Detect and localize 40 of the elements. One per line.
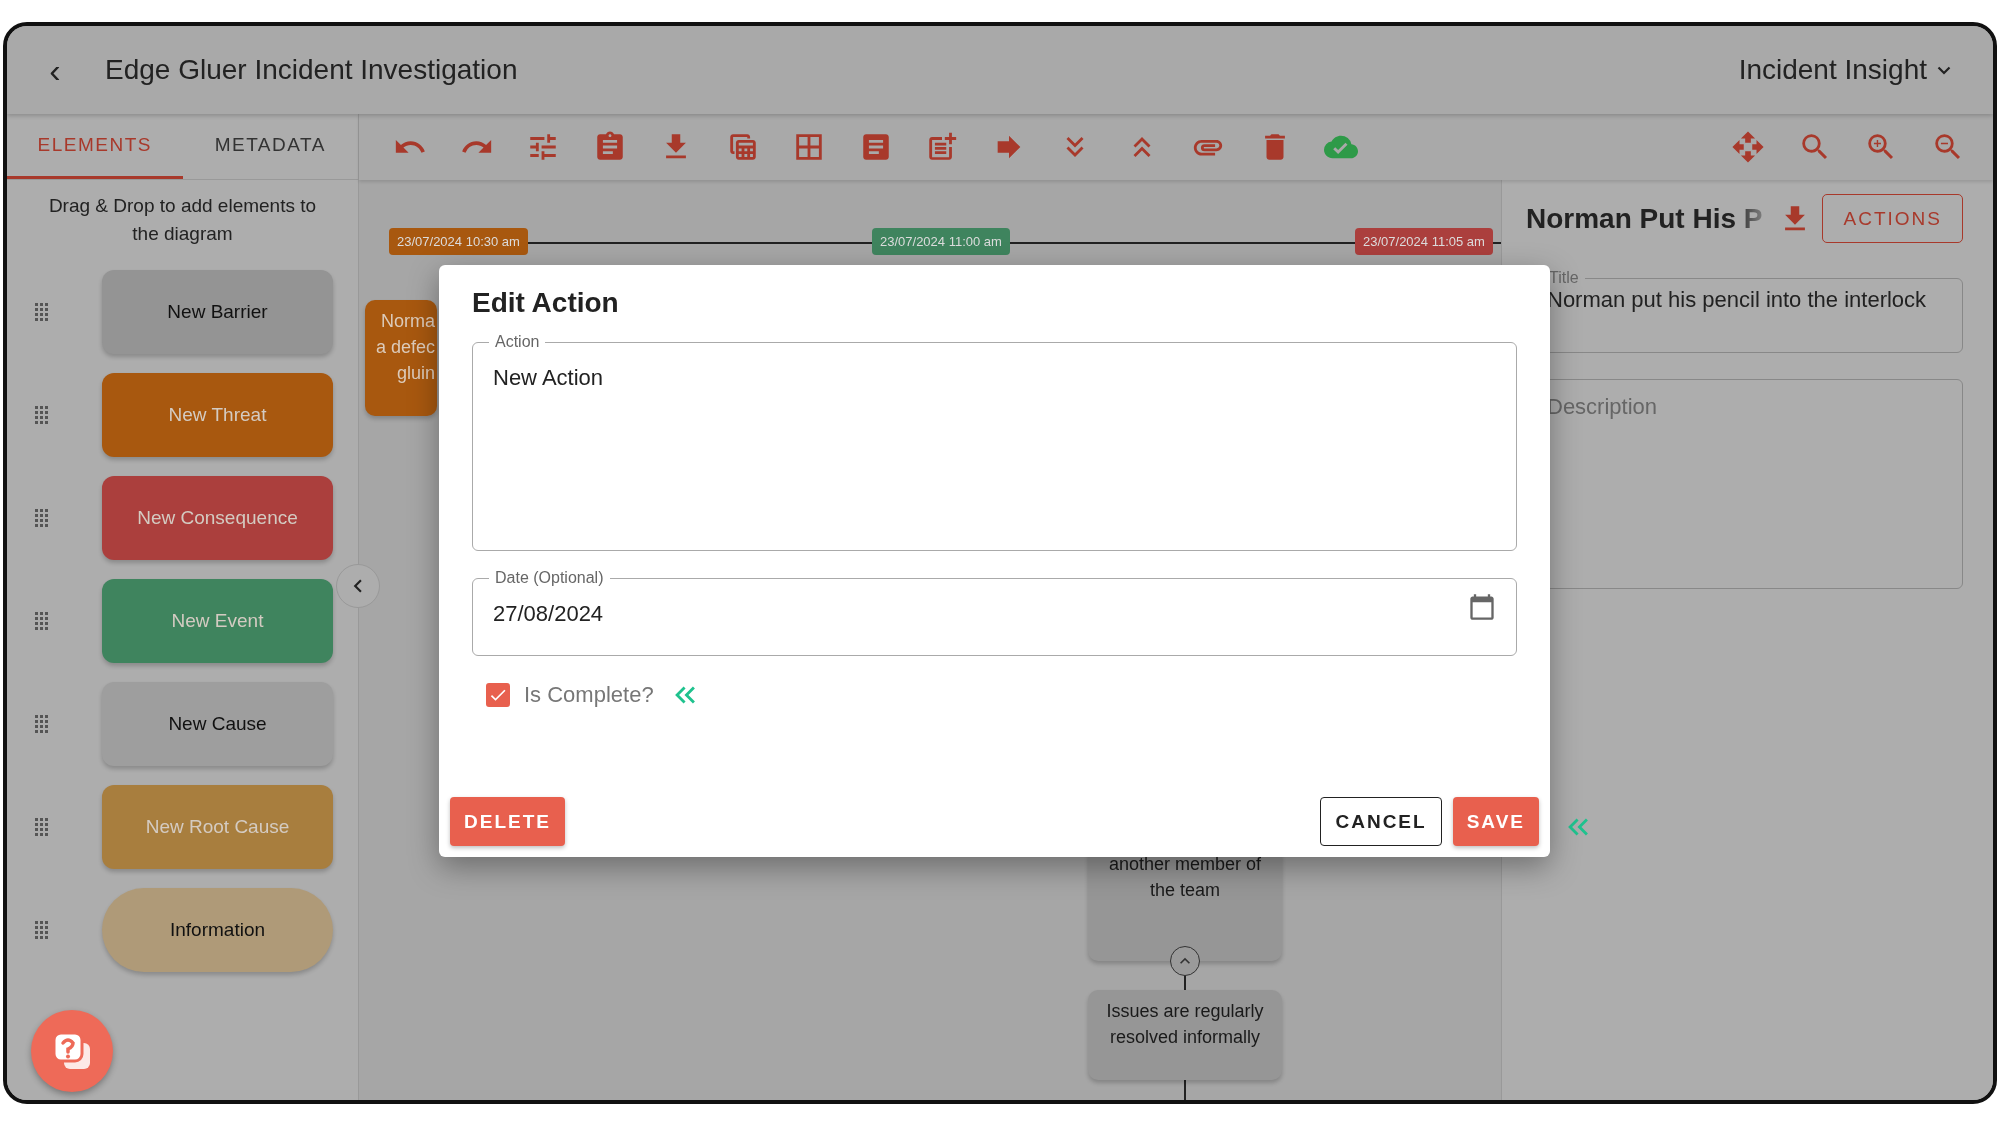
diagram-node[interactable]: Issues are regularly resolved informally <box>1088 990 1282 1080</box>
drag-handle-icon[interactable] <box>35 303 48 321</box>
field-label: Date (Optional) <box>494 569 605 587</box>
drag-hint: Drag & Drop to add elements to the diagram <box>47 194 318 246</box>
drag-handle-icon[interactable] <box>35 715 48 733</box>
checkbox-label: Is Complete? <box>524 682 654 708</box>
drag-handle-icon[interactable] <box>35 818 48 836</box>
action-input[interactable]: New Action <box>493 351 1496 417</box>
cancel-button[interactable]: CANCEL <box>1320 797 1442 846</box>
drag-handle-icon[interactable] <box>35 406 48 424</box>
element-tile[interactable]: New Threat <box>102 373 333 457</box>
save-button[interactable]: SAVE <box>1452 797 1539 846</box>
drag-handle-icon[interactable] <box>35 612 48 630</box>
date-input[interactable]: 27/08/2024 <box>493 601 1468 627</box>
back-button[interactable]: ‹ <box>33 53 77 87</box>
action-field[interactable]: Action New Action <box>472 333 1517 551</box>
field-label: Action <box>494 333 541 351</box>
element-tile[interactable]: New Barrier <box>102 270 333 354</box>
drag-handle-icon[interactable] <box>35 921 48 939</box>
element-tile[interactable]: New Cause <box>102 682 333 766</box>
element-tile[interactable]: New Consequence <box>102 476 333 560</box>
calendar-icon[interactable] <box>1468 593 1496 621</box>
delete-button[interactable]: DELETE <box>450 797 565 846</box>
page-title: Edge Gluer Incident Investigation <box>105 54 518 86</box>
sidebar-tab[interactable]: METADATA <box>182 114 358 179</box>
drag-handle-icon[interactable] <box>35 509 48 527</box>
dialog-title: Edit Action <box>472 287 620 319</box>
time-badge: 23/07/2024 11:00 am <box>872 228 1010 255</box>
time-badge: 23/07/2024 11:05 am <box>1355 228 1493 255</box>
complete-checkbox[interactable] <box>486 683 510 707</box>
field-label: Title <box>1548 269 1580 287</box>
diagram-node[interactable]: Norma a defec gluin <box>365 300 437 416</box>
title-field[interactable]: Norman put his pencil into the interlock <box>1547 287 1942 313</box>
product-select[interactable]: Incident Insight <box>1732 53 1957 87</box>
caret-icon <box>1937 65 1951 75</box>
collapse-button[interactable] <box>336 564 380 608</box>
date-field[interactable]: Date (Optional) 27/08/2024 <box>472 569 1517 656</box>
panel-heading: Norman Put His P <box>1526 202 1763 235</box>
element-tile[interactable]: Information <box>102 888 333 972</box>
time-badge: 23/07/2024 10:30 am <box>389 228 528 255</box>
